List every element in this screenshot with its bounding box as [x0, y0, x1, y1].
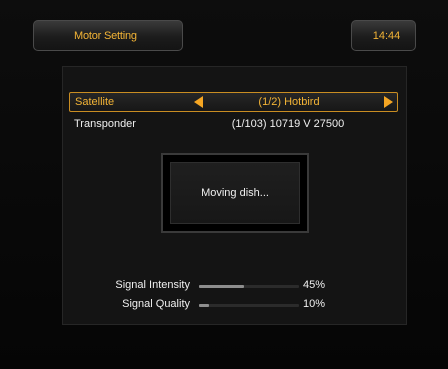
signal-quality-row: Signal Quality 10% — [63, 297, 408, 313]
dialog-message: Moving dish... — [201, 187, 269, 199]
clock-time: 14:44 — [372, 29, 401, 42]
motor-setting-panel: Satellite (1/2) Hotbird Transponder (1/1… — [62, 66, 407, 325]
transponder-value: (1/103) 10719 V 27500 — [231, 118, 345, 130]
transponder-label: Transponder — [74, 118, 136, 130]
signal-intensity-value: 45% — [303, 279, 326, 291]
satellite-label: Satellite — [75, 96, 115, 108]
title-bar: Motor Setting — [33, 20, 183, 51]
signal-quality-bar — [199, 304, 299, 307]
page-title: Motor Setting — [74, 29, 137, 42]
signal-intensity-fill — [199, 285, 244, 288]
transponder-row[interactable]: Transponder (1/103) 10719 V 27500 — [69, 115, 398, 135]
dialog-body: Moving dish... — [170, 162, 300, 224]
satellite-value: (1/2) Hotbird — [258, 96, 320, 108]
signal-quality-value: 10% — [303, 298, 326, 310]
moving-dish-dialog: Moving dish... — [161, 153, 309, 233]
signal-quality-label: Signal Quality — [122, 298, 190, 310]
tv-screen: Motor Setting 14:44 Satellite (1/2) Hotb… — [0, 0, 448, 369]
satellite-row[interactable]: Satellite (1/2) Hotbird — [69, 92, 398, 112]
signal-intensity-row: Signal Intensity 45% — [63, 278, 408, 294]
arrow-right-icon[interactable] — [384, 96, 393, 108]
signal-quality-fill — [199, 304, 209, 307]
signal-intensity-label: Signal Intensity — [115, 279, 190, 291]
clock-box: 14:44 — [351, 20, 416, 51]
signal-intensity-bar — [199, 285, 299, 288]
